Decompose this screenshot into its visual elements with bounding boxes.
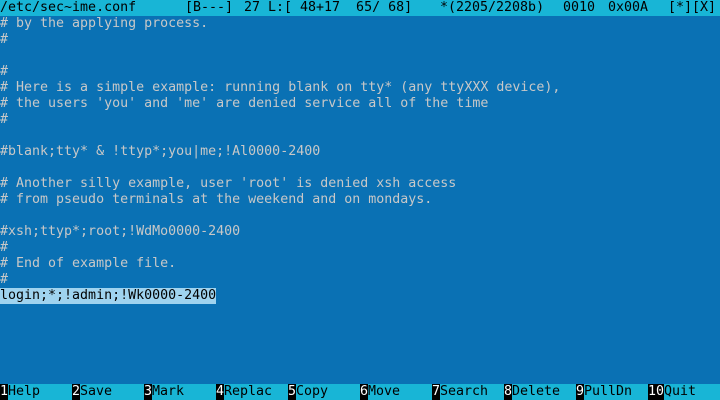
editor-line[interactable]: # (0, 240, 8, 256)
fkey-label: Save (80, 384, 144, 400)
fkey-number: 1 (0, 384, 9, 400)
editor-line[interactable]: # End of example file. (0, 256, 176, 272)
fkey-label: Mark (152, 384, 216, 400)
fkey-label: Replac (224, 384, 288, 400)
function-key-bar: 1 Help 2 Save 3 Mark 4 Replac 5 Copy 6 Move 7 Search 8… (0, 384, 720, 400)
fkey-number: 2 (72, 384, 81, 400)
modified-flags-indicator: [*][X] (668, 0, 717, 15)
fkey-5-button[interactable]: 5 Copy (288, 384, 360, 400)
fkey-8-button[interactable]: 8 Delete (504, 384, 576, 400)
fkey-label: Quit (664, 384, 720, 400)
char-code-indicator: 0010 (563, 0, 596, 15)
fkey-label: Search (440, 384, 504, 400)
fkey-number: 5 (288, 384, 297, 400)
fkey-3-button[interactable]: 3 Mark (144, 384, 216, 400)
fkey-number: 4 (216, 384, 225, 400)
fkey-number: 6 (360, 384, 369, 400)
fkey-7-button[interactable]: 7 Search (432, 384, 504, 400)
fkey-label: Help (8, 384, 72, 400)
fkey-2-button[interactable]: 2 Save (72, 384, 144, 400)
edit-mode-indicator: [B---] (185, 0, 234, 15)
status-bar: /etc/sec~ime.conf [B---] 27 L:[ 48+17 65… (0, 0, 720, 16)
fkey-number: 10 (648, 384, 665, 400)
editor-line[interactable]: #xsh;ttyp*;root;!WdMo0000-2400 (0, 224, 240, 240)
editor-line[interactable]: # the users 'you' and 'me' are denied se… (0, 96, 488, 112)
fkey-number: 7 (432, 384, 441, 400)
fkey-number: 9 (576, 384, 585, 400)
fkey-4-button[interactable]: 4 Replac (216, 384, 288, 400)
current-editor-line[interactable]: login;*;!admin;!Wk0000-2400 (0, 288, 217, 304)
editor-line[interactable]: # by the applying process. (0, 16, 208, 32)
fkey-6-button[interactable]: 6 Move (360, 384, 432, 400)
editor-line[interactable]: # from pseudo terminals at the weekend a… (0, 192, 432, 208)
fkey-9-button[interactable]: 9 PullDn (576, 384, 648, 400)
editor-line[interactable]: # Here is a simple example: running blan… (0, 80, 560, 96)
char-hex-indicator: 0x00A (608, 0, 649, 15)
byte-offset-indicator: *(2205/2208b) (440, 0, 545, 15)
fkey-number: 8 (504, 384, 513, 400)
column-indicator: 27 (244, 0, 261, 15)
fkey-label: Move (368, 384, 432, 400)
fkey-1-button[interactable]: 1 Help (0, 384, 72, 400)
editor-line[interactable]: #blank;tty* & !ttyp*;you|me;!Al0000-2400 (0, 144, 320, 160)
fkey-label: Copy (296, 384, 360, 400)
editor-text-area[interactable]: # by the applying process. # # # Here is a … (0, 16, 720, 384)
fkey-10-button[interactable]: 10 Quit (648, 384, 720, 400)
mcedit-window: /etc/sec~ime.conf [B---] 27 L:[ 48+17 65… (0, 0, 720, 400)
fkey-label: Delete (512, 384, 576, 400)
filename-label: /etc/sec~ime.conf (0, 0, 137, 15)
editor-line[interactable]: # (0, 32, 8, 48)
fkey-number: 3 (144, 384, 153, 400)
line-position-indicator: L:[ 48+17 65/ 68] (268, 0, 413, 15)
fkey-label: PullDn (584, 384, 648, 400)
editor-line[interactable]: # (0, 64, 8, 80)
editor-line[interactable]: # (0, 272, 8, 288)
editor-line[interactable]: # (0, 112, 8, 128)
editor-line[interactable]: # Another silly example, user 'root' is … (0, 176, 456, 192)
